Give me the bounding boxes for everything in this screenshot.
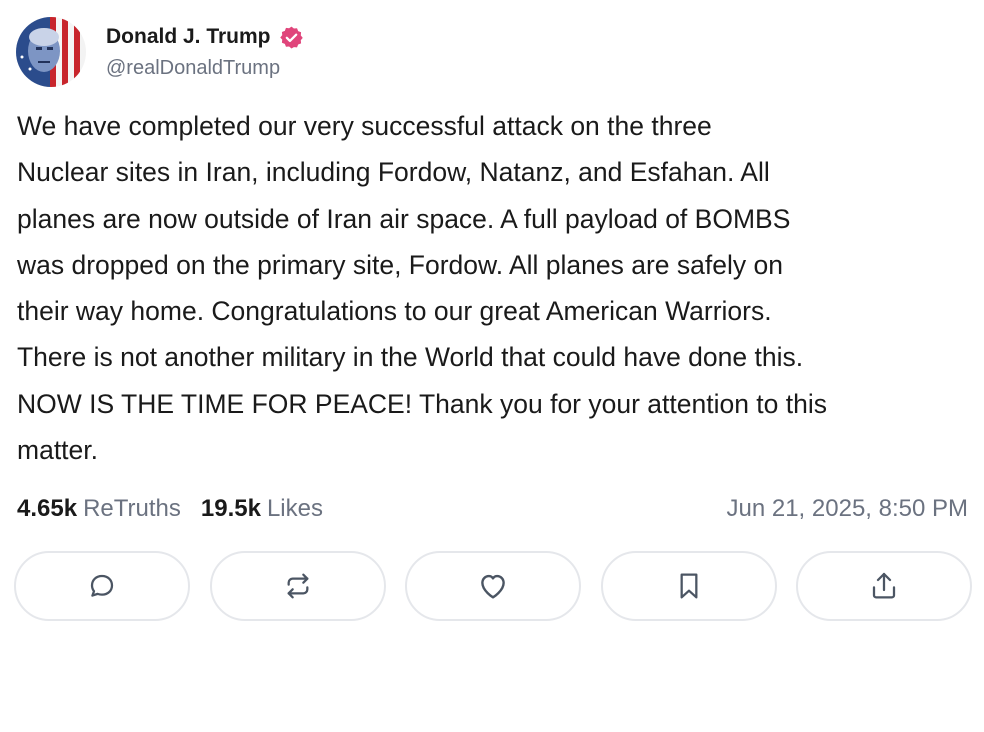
post-timestamp[interactable]: Jun 21, 2025, 8:50 PM bbox=[727, 495, 969, 523]
likes-label: Likes bbox=[266, 495, 323, 522]
author-display-name[interactable]: Donald J. Trump bbox=[106, 25, 271, 49]
retruth-icon bbox=[287, 573, 308, 599]
likes-stat[interactable]: 19.5k Likes bbox=[201, 495, 323, 523]
action-bar bbox=[14, 551, 972, 625]
share-button[interactable] bbox=[796, 551, 972, 621]
post-stats: 4.65k ReTruths 19.5k Likes Jun 21, 2025,… bbox=[17, 489, 968, 529]
like-icon bbox=[481, 574, 505, 599]
reply-button[interactable] bbox=[14, 551, 190, 621]
avatar[interactable] bbox=[16, 17, 86, 87]
post-header: Donald J. Trump @realDonaldTrump bbox=[16, 17, 304, 87]
share-icon bbox=[872, 572, 896, 599]
retruths-count: 4.65k bbox=[17, 495, 78, 522]
author-handle[interactable]: @realDonaldTrump bbox=[106, 57, 304, 80]
retruths-label: ReTruths bbox=[83, 495, 181, 522]
post-card: Donald J. Trump @realDonaldTrump We have… bbox=[0, 0, 984, 732]
verified-badge-icon bbox=[279, 25, 304, 50]
reply-icon bbox=[90, 574, 114, 597]
retruths-stat[interactable]: 4.65k ReTruths bbox=[17, 495, 181, 523]
post-text: We have completed our very successful at… bbox=[17, 111, 828, 466]
bookmark-icon bbox=[680, 573, 697, 599]
like-button[interactable] bbox=[405, 551, 581, 621]
retruth-button[interactable] bbox=[209, 551, 386, 621]
name-row: Donald J. Trump bbox=[106, 22, 304, 52]
likes-count: 19.5k bbox=[200, 495, 261, 522]
avatar-image bbox=[16, 17, 86, 87]
author-identity: Donald J. Trump @realDonaldTrump bbox=[106, 17, 304, 80]
bookmark-button[interactable] bbox=[600, 551, 777, 621]
